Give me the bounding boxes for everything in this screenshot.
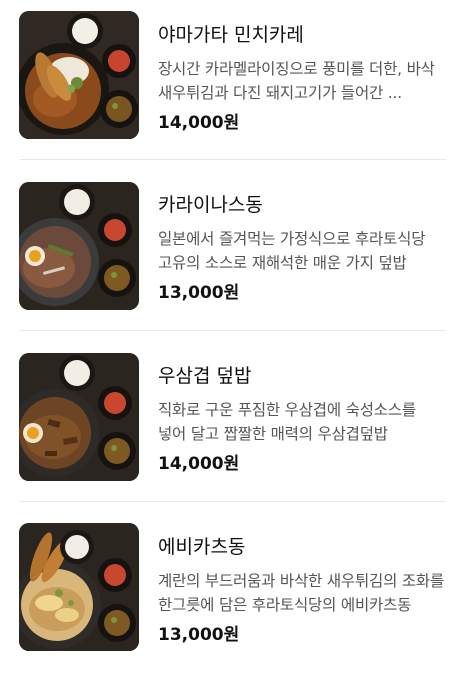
menu-item-title: 카라이나스동 (158, 194, 263, 216)
menu-item-title: 우삼겹 덮밥 (158, 365, 252, 387)
menu-item-price: 13,000원 (158, 283, 240, 303)
menu-list: 야마가타 민치카레 장시간 카라멜라이징으로 풍미를 더한, 바삭 새우튀김과 … (0, 0, 466, 669)
menu-item-image[interactable] (19, 523, 139, 651)
menu-item-image[interactable] (19, 11, 139, 139)
menu-item[interactable]: 카라이나스동 일본에서 즐겨먹는 가정식으로 후라토식당 고유의 소스로 재해석… (0, 170, 466, 340)
divider (20, 501, 446, 502)
menu-item-description: 계란의 부드러움과 바삭한 새우튀김의 조화를 한그릇에 담은 후라토식당의 에… (158, 572, 445, 614)
menu-item-info: 야마가타 민치카레 장시간 카라멜라이징으로 풍미를 더한, 바삭 새우튀김과 … (158, 22, 448, 135)
divider (20, 159, 446, 160)
beef-brisket-rice-bowl-photo (19, 353, 139, 481)
menu-item-info: 우삼겹 덮밥 직화로 구운 푸짐한 우삼겹에 숙성소스를 넣어 달고 짭짤한 매… (158, 363, 448, 476)
eggplant-rice-bowl-photo (19, 182, 139, 310)
shrimp-katsu-rice-bowl-photo (19, 523, 139, 651)
menu-item-image[interactable] (19, 353, 139, 481)
menu-item[interactable]: 야마가타 민치카레 장시간 카라멜라이징으로 풍미를 더한, 바삭 새우튀김과 … (0, 0, 466, 170)
menu-item-title: 야마가타 민치카레 (158, 24, 304, 46)
menu-item-title: 에비카츠동 (158, 536, 246, 558)
menu-item-info: 에비카츠동 계란의 부드러움과 바삭한 새우튀김의 조화를 한그릇에 담은 후라… (158, 534, 448, 647)
menu-item-price: 13,000원 (158, 625, 240, 645)
menu-item-description: 일본에서 즐겨먹는 가정식으로 후라토식당 고유의 소스로 재해석한 매운 가지… (158, 230, 426, 272)
curry-set-photo (19, 11, 139, 139)
menu-item-description: 직화로 구운 푸짐한 우삼겹에 숙성소스를 넣어 달고 짭짤한 매력의 우삼겹덮… (158, 401, 416, 443)
menu-item[interactable]: 에비카츠동 계란의 부드러움과 바삭한 새우튀김의 조화를 한그릇에 담은 후라… (0, 512, 466, 682)
menu-item-image[interactable] (19, 182, 139, 310)
menu-item-price: 14,000원 (158, 454, 240, 474)
menu-item-price: 14,000원 (158, 113, 240, 133)
menu-item-info: 카라이나스동 일본에서 즐겨먹는 가정식으로 후라토식당 고유의 소스로 재해석… (158, 192, 448, 305)
menu-item[interactable]: 우삼겹 덮밥 직화로 구운 푸짐한 우삼겹에 숙성소스를 넣어 달고 짭짤한 매… (0, 341, 466, 511)
menu-item-description: 장시간 카라멜라이징으로 풍미를 더한, 바삭 새우튀김과 다진 돼지고기가 들… (158, 60, 435, 102)
divider (20, 330, 446, 331)
